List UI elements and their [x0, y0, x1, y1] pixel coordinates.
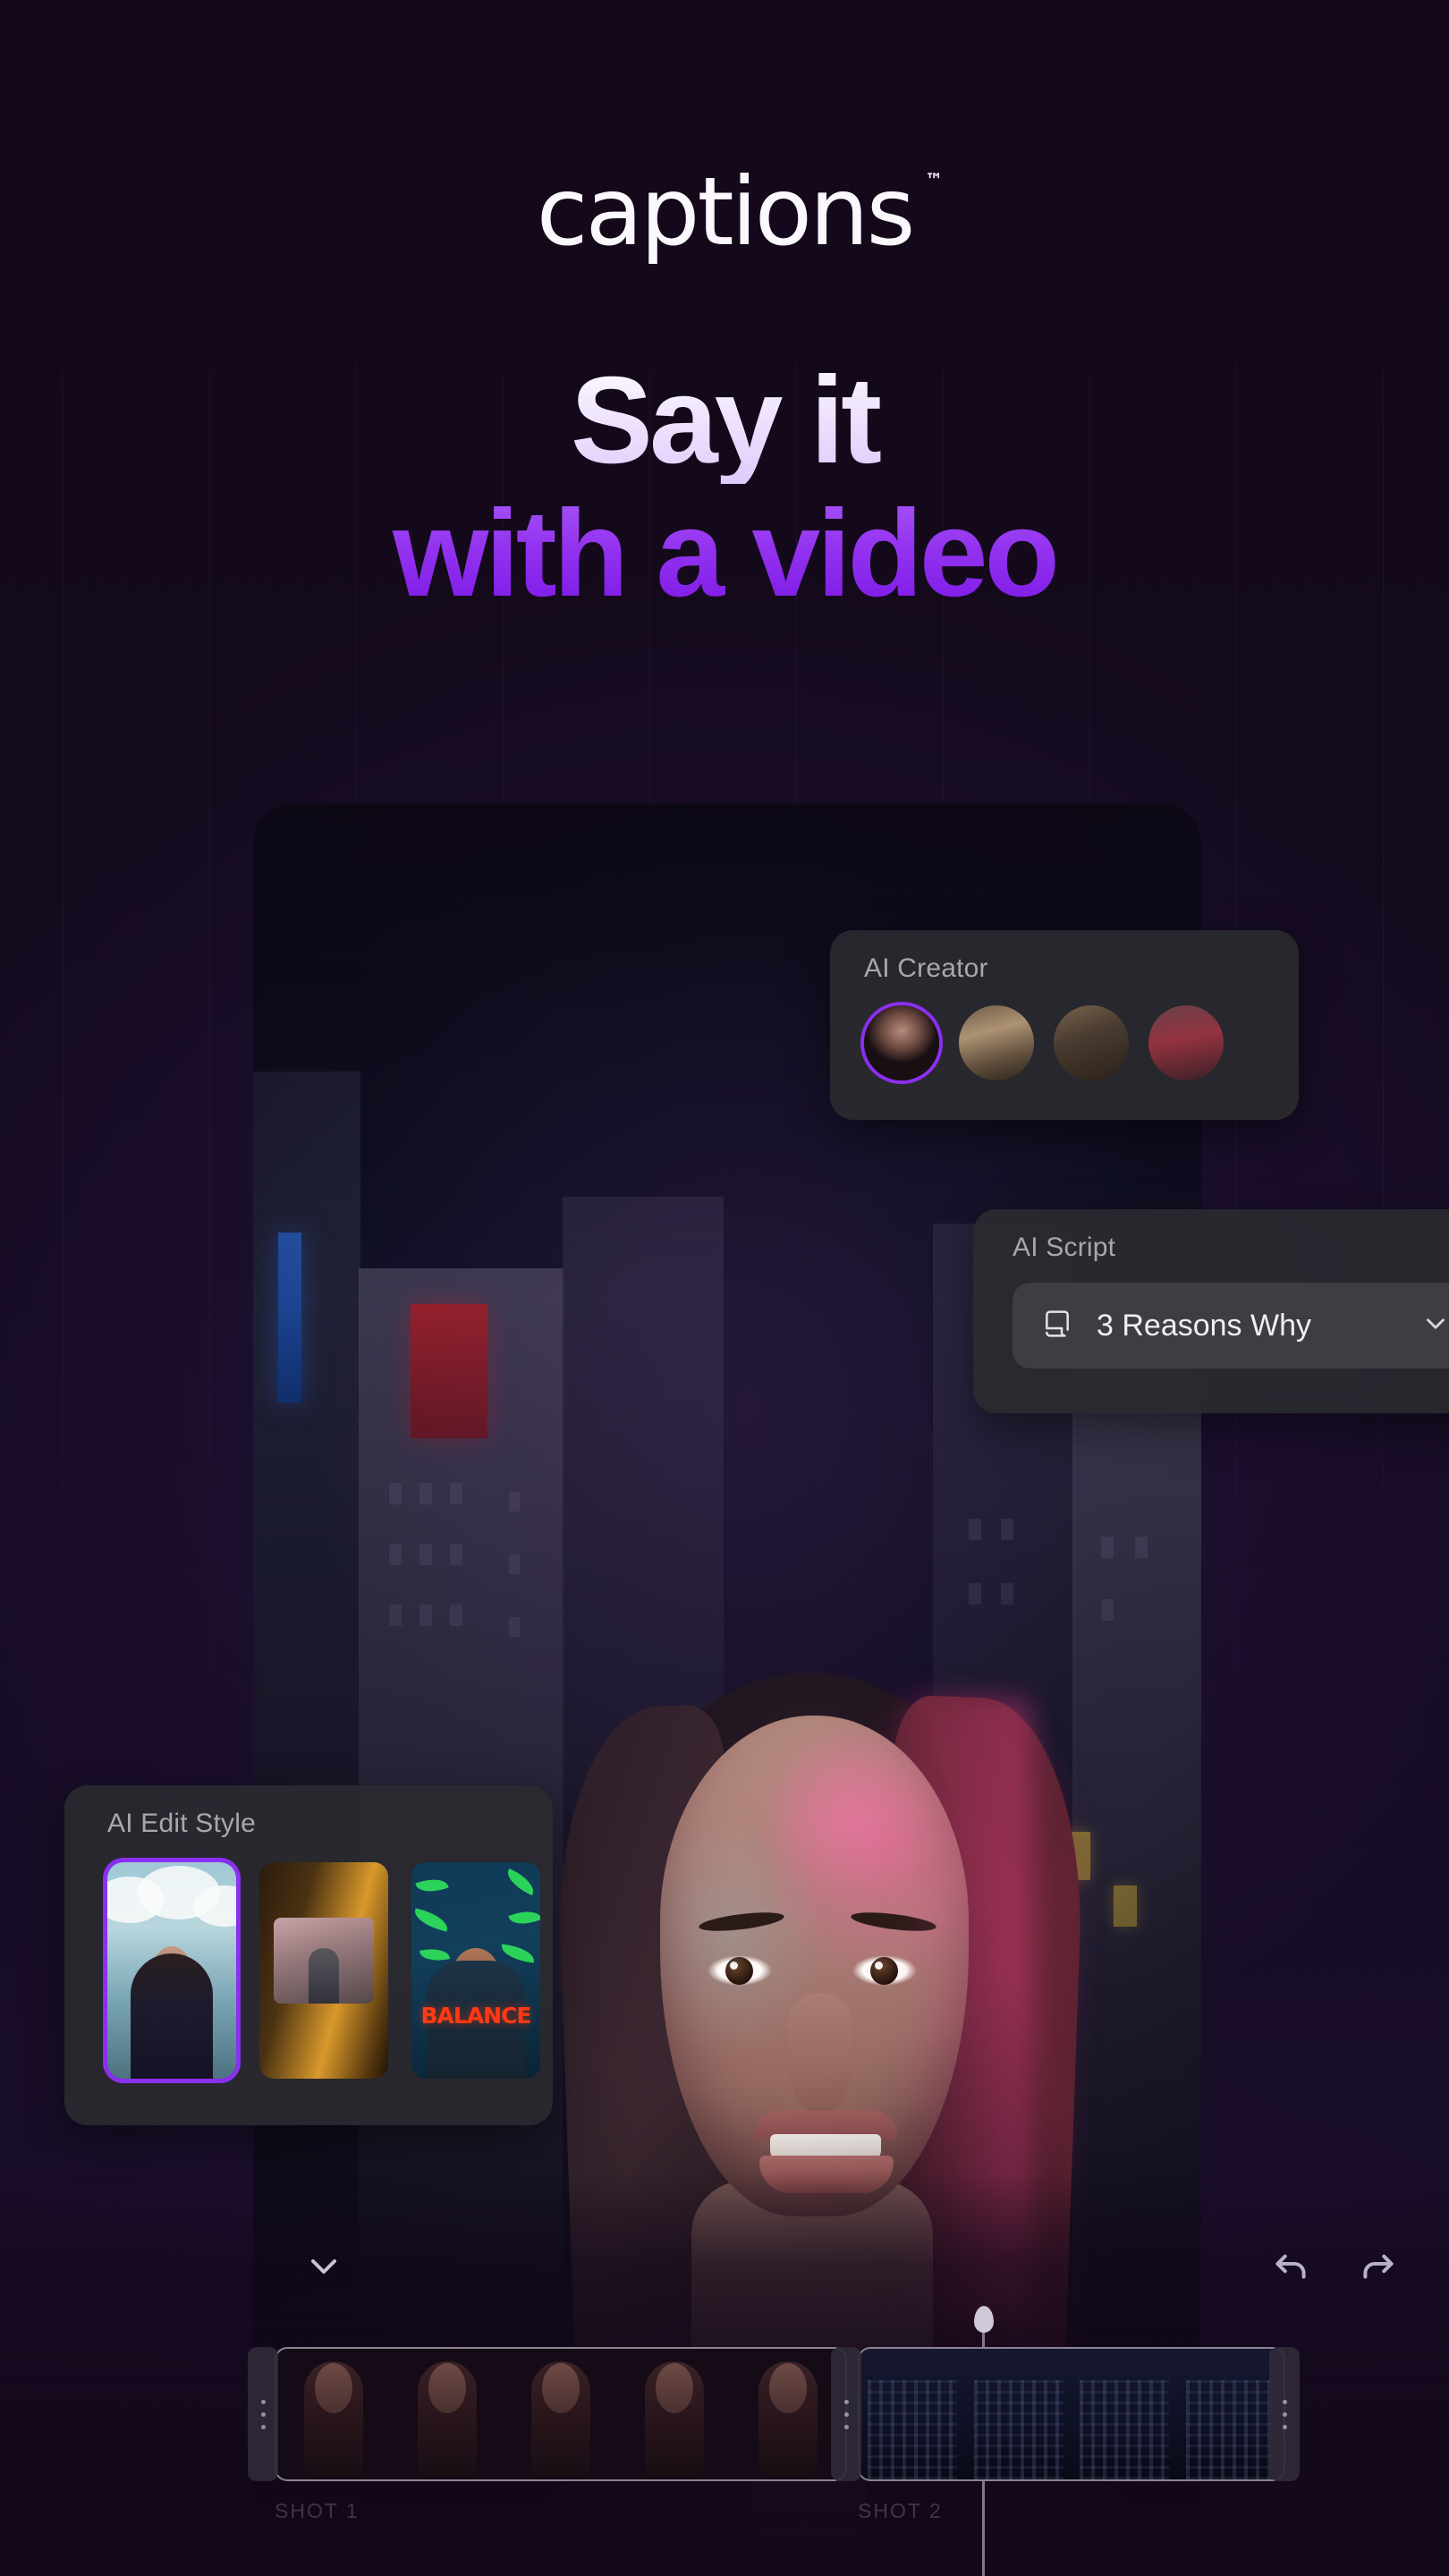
clip-trim-handle-right[interactable]	[1269, 2347, 1300, 2481]
clip-trim-handle-left[interactable]	[248, 2347, 278, 2481]
headline-line-1: Say it	[0, 358, 1449, 484]
ai-creator-panel[interactable]: AI Creator	[830, 930, 1299, 1120]
chevron-down-icon[interactable]	[302, 2245, 345, 2292]
style-thumb-clouds[interactable]	[107, 1862, 236, 2079]
creator-avatar-2[interactable]	[959, 1005, 1034, 1080]
shot-1-label: SHOT 1	[275, 2499, 360, 2522]
ai-script-dropdown[interactable]: 3 Reasons Why	[1013, 1283, 1449, 1368]
chevron-down-icon[interactable]	[1420, 1309, 1449, 1343]
editor-timeline[interactable]: SHOT 1 SHOT 2	[248, 2306, 1300, 2576]
ai-script-panel[interactable]: AI Script 3 Reasons Why	[973, 1209, 1449, 1413]
editor-toolbar	[253, 2236, 1394, 2308]
creator-avatar-1[interactable]	[864, 1005, 939, 1080]
page-title: Say it with a video	[0, 358, 1449, 617]
ai-edit-style-panel[interactable]: AI Edit Style BALANCE	[64, 1785, 553, 2125]
creator-avatar-4[interactable]	[1148, 1005, 1224, 1080]
app-screenshot: captions ™ Say it with a video AI Creato…	[0, 0, 1449, 2576]
style-thumb-golden[interactable]	[259, 1862, 388, 2079]
style-thumb-balance[interactable]: BALANCE	[411, 1862, 540, 2079]
ai-creator-avatar-list	[864, 1005, 1299, 1080]
clip-trim-handle-middle[interactable]	[831, 2347, 861, 2481]
script-scroll-icon	[1039, 1306, 1075, 1346]
style-thumb-balance-caption: BALANCE	[420, 2003, 531, 2029]
timeline-clip-2[interactable]	[858, 2347, 1285, 2481]
ai-script-selected-value: 3 Reasons Why	[1097, 1308, 1311, 1343]
shot-2-label: SHOT 2	[858, 2499, 943, 2522]
undo-icon[interactable]	[1268, 2243, 1313, 2292]
ai-script-title: AI Script	[1013, 1233, 1116, 1262]
creator-avatar-3[interactable]	[1054, 1005, 1129, 1080]
logo-wordmark: captions	[536, 157, 916, 267]
ai-edit-style-title: AI Edit Style	[107, 1809, 257, 1838]
headline-line-2: with a video	[0, 490, 1449, 617]
ai-edit-style-thumbnail-list: BALANCE	[107, 1862, 553, 2079]
trademark-symbol: ™	[925, 169, 944, 191]
brand-logo: captions ™	[0, 165, 1449, 259]
redo-icon[interactable]	[1356, 2243, 1401, 2292]
ai-creator-title: AI Creator	[864, 953, 988, 983]
timeline-clip-1[interactable]	[275, 2347, 847, 2481]
